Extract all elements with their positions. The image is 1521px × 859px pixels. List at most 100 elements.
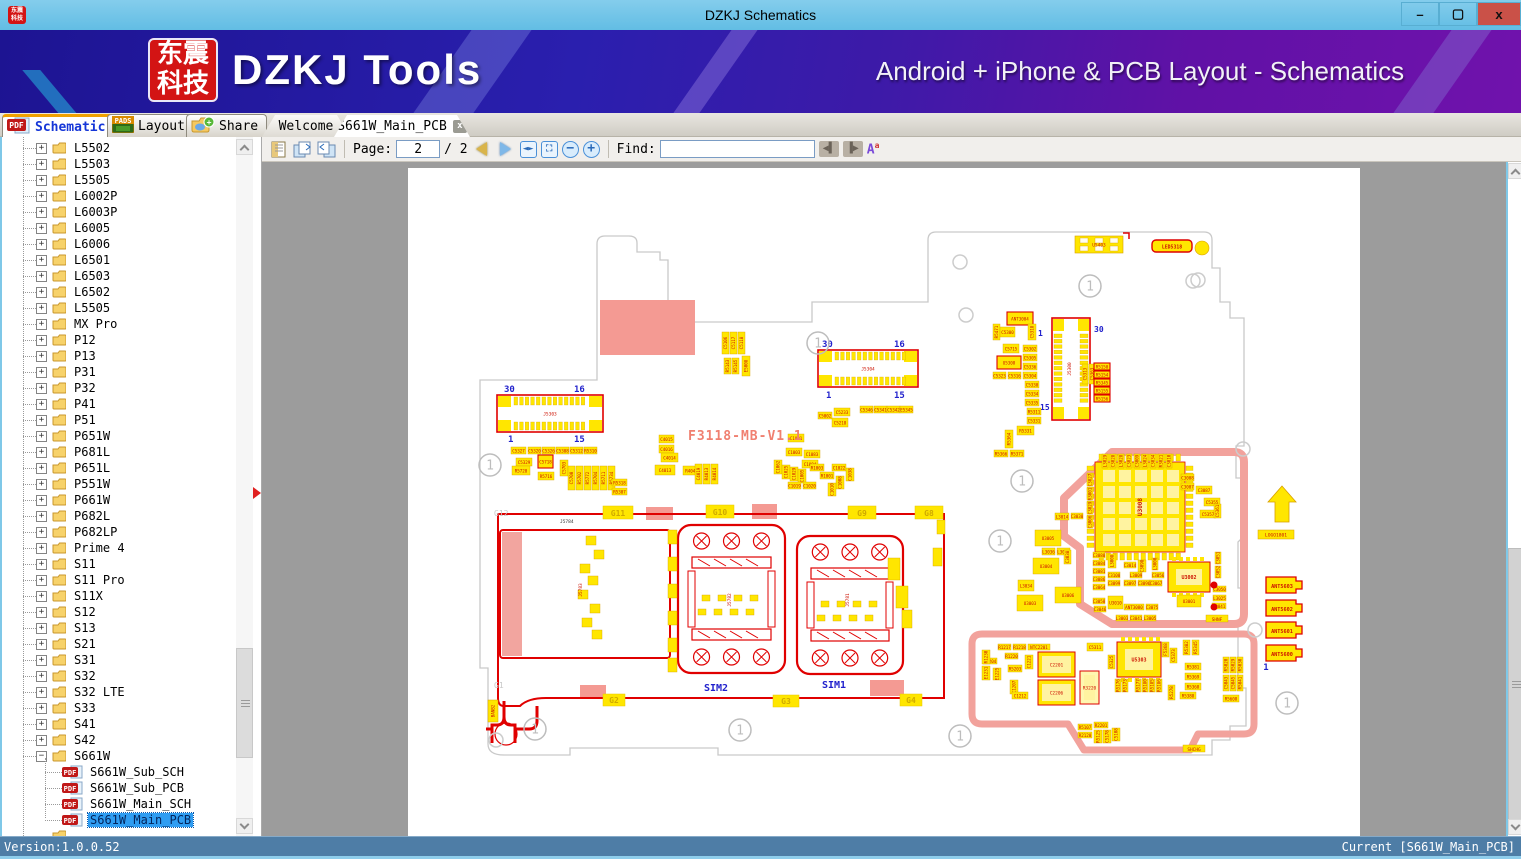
tree-folder-row[interactable]: + S32 LTE bbox=[2, 684, 238, 700]
tree-folder-label[interactable]: L6005 bbox=[72, 221, 112, 235]
tree-folder-label[interactable]: P551W bbox=[72, 477, 112, 491]
tree-folder-row[interactable]: + S32 bbox=[2, 668, 238, 684]
tree-folder-row[interactable]: + P682L bbox=[2, 508, 238, 524]
tree-document-label[interactable]: S661W_Sub_SCH bbox=[88, 765, 186, 779]
expand-box-icon[interactable]: + bbox=[36, 415, 47, 426]
expand-box-icon[interactable]: + bbox=[36, 607, 47, 618]
expand-box-icon[interactable]: + bbox=[36, 575, 47, 586]
maximize-button[interactable]: ▢ bbox=[1439, 2, 1477, 26]
tree-folder-row[interactable]: + Prime 4 bbox=[2, 540, 238, 556]
tree-document-row[interactable]: PDF S661W_Main_SCH bbox=[2, 796, 238, 812]
tree-folder-label[interactable]: L5502 bbox=[72, 141, 112, 155]
page-view-icon[interactable] bbox=[268, 140, 288, 159]
expand-box-icon[interactable]: + bbox=[36, 655, 47, 666]
minimize-button[interactable]: – bbox=[1401, 2, 1439, 26]
expand-box-icon[interactable]: + bbox=[36, 207, 47, 218]
tree-folder-label[interactable]: P651W bbox=[72, 429, 112, 443]
tree-folder-label[interactable]: P682LP bbox=[72, 525, 119, 539]
sidebar-collapse-arrow[interactable] bbox=[253, 487, 261, 499]
expand-box-icon[interactable]: + bbox=[36, 431, 47, 442]
expand-box-icon[interactable]: + bbox=[36, 303, 47, 314]
tree-folder-label[interactable]: L6002P bbox=[72, 189, 119, 203]
tree-folder-row[interactable]: + S12 bbox=[2, 604, 238, 620]
expand-box-icon[interactable]: + bbox=[36, 239, 47, 250]
tree-folder-label[interactable]: L5505 bbox=[72, 301, 112, 315]
tree-folder-row[interactable]: + P682LP bbox=[2, 524, 238, 540]
prev-view-icon[interactable] bbox=[316, 140, 336, 159]
tree-folder-label[interactable]: S32 bbox=[72, 669, 98, 683]
tree-folder-label[interactable]: P661W bbox=[72, 493, 112, 507]
expand-box-icon[interactable]: + bbox=[36, 255, 47, 266]
tree-folder-row[interactable]: + P51 bbox=[2, 412, 238, 428]
tree-folder-row[interactable]: − S661W bbox=[2, 748, 238, 764]
tree-folder-row[interactable]: + S41 bbox=[2, 716, 238, 732]
match-case-icon[interactable]: Aa bbox=[867, 141, 880, 157]
tree-document-row[interactable]: PDF S661W_Main_PCB bbox=[2, 812, 238, 828]
tree-folder-row[interactable]: + P651L bbox=[2, 460, 238, 476]
viewer-scroll-up-button[interactable] bbox=[1508, 163, 1521, 179]
tree-document-label[interactable]: S661W_Main_SCH bbox=[88, 797, 193, 811]
expand-box-icon[interactable]: + bbox=[36, 463, 47, 474]
tree-folder-label[interactable]: P12 bbox=[72, 333, 98, 347]
expand-box-icon[interactable]: + bbox=[36, 543, 47, 554]
tree-folder-label[interactable]: P31 bbox=[72, 365, 98, 379]
tree-folder-row[interactable]: + P31 bbox=[2, 364, 238, 380]
tree-folder-row[interactable]: + L6501 bbox=[2, 252, 238, 268]
tree-folder-label[interactable]: MX Pro bbox=[72, 317, 119, 331]
tree-folder-label[interactable]: S31 bbox=[72, 653, 98, 667]
previous-page-icon[interactable] bbox=[472, 140, 492, 159]
expand-box-icon[interactable]: + bbox=[36, 367, 47, 378]
tree-folder-label[interactable]: S21 bbox=[72, 637, 98, 651]
tree-document-row[interactable]: PDF S661W_Sub_PCB bbox=[2, 780, 238, 796]
scroll-up-button[interactable] bbox=[236, 139, 253, 155]
tree-folder-label[interactable]: P51 bbox=[72, 413, 98, 427]
tree-folder-label[interactable]: P651L bbox=[72, 461, 112, 475]
expand-box-icon[interactable]: + bbox=[36, 271, 47, 282]
zoom-out-icon[interactable]: − bbox=[561, 140, 579, 158]
tree-folder-row[interactable]: + L5502 bbox=[2, 140, 238, 156]
tree-folder-label[interactable]: L6502 bbox=[72, 285, 112, 299]
expand-box-icon[interactable]: + bbox=[36, 591, 47, 602]
viewer-scroll-down-button[interactable] bbox=[1508, 819, 1521, 835]
tree-folder-label[interactable]: Prime 4 bbox=[72, 541, 127, 555]
fit-width-icon[interactable]: ◄► bbox=[519, 140, 537, 158]
find-previous-icon[interactable]: ◀▌ bbox=[818, 141, 839, 157]
tree-folder-label[interactable]: S13 bbox=[72, 621, 98, 635]
tree-folder-label[interactable]: S661W bbox=[72, 749, 112, 763]
viewer-scroll-thumb[interactable] bbox=[1508, 548, 1521, 820]
expand-box-icon[interactable]: + bbox=[36, 335, 47, 346]
expand-box-icon[interactable]: + bbox=[36, 319, 47, 330]
tree-folder-row[interactable]: + S11 bbox=[2, 556, 238, 572]
find-next-icon[interactable]: ▐▶ bbox=[842, 141, 863, 157]
tab-share[interactable]: + Share bbox=[186, 114, 268, 137]
tree-folder-row[interactable]: + P661W bbox=[2, 492, 238, 508]
tree-folder-row[interactable]: + P12 bbox=[2, 332, 238, 348]
find-input[interactable] bbox=[659, 140, 815, 158]
tree-document-label[interactable]: S661W_Main_PCB bbox=[86, 812, 195, 828]
expand-box-icon[interactable]: + bbox=[36, 351, 47, 362]
tree-folder-row[interactable]: + S11 Pro bbox=[2, 572, 238, 588]
pcb-viewer[interactable]: J5303 30 16 1 15 J5304 30 16 1 15 J5300 1 30 15 U3008 U… bbox=[262, 162, 1504, 836]
tree-folder-row[interactable]: + L6006 bbox=[2, 236, 238, 252]
tree-folder-row[interactable]: + P32 bbox=[2, 380, 238, 396]
tree-folder-label[interactable]: S11 Pro bbox=[72, 573, 127, 587]
tree-folder-row[interactable]: + S42 bbox=[2, 732, 238, 748]
tree-folder-row[interactable]: + L6003P bbox=[2, 204, 238, 220]
fit-page-icon[interactable]: ⛶ bbox=[540, 140, 558, 158]
tree-folder-label[interactable]: L6003P bbox=[72, 205, 119, 219]
expand-box-icon[interactable]: + bbox=[36, 639, 47, 650]
close-tab-icon[interactable]: x bbox=[453, 120, 467, 133]
tree-folder-row[interactable]: + P41 bbox=[2, 396, 238, 412]
tree-folder-label[interactable]: S42 bbox=[72, 733, 98, 747]
expand-box-icon[interactable]: + bbox=[36, 143, 47, 154]
tree-folder-row[interactable]: + S11X bbox=[2, 588, 238, 604]
tree-folder-row[interactable]: + P13 bbox=[2, 348, 238, 364]
tab-layout[interactable]: PADS Layout bbox=[107, 114, 194, 137]
tree-folder-label[interactable]: L5505 bbox=[72, 173, 112, 187]
tree-folder-row[interactable]: + S33 bbox=[2, 700, 238, 716]
tree-folder-label[interactable]: P41 bbox=[72, 397, 98, 411]
expand-box-icon[interactable]: + bbox=[36, 527, 47, 538]
tree-folder-label[interactable]: S32 LTE bbox=[72, 685, 127, 699]
tree-folder-label[interactable]: L6006 bbox=[72, 237, 112, 251]
expand-box-icon[interactable]: + bbox=[36, 287, 47, 298]
